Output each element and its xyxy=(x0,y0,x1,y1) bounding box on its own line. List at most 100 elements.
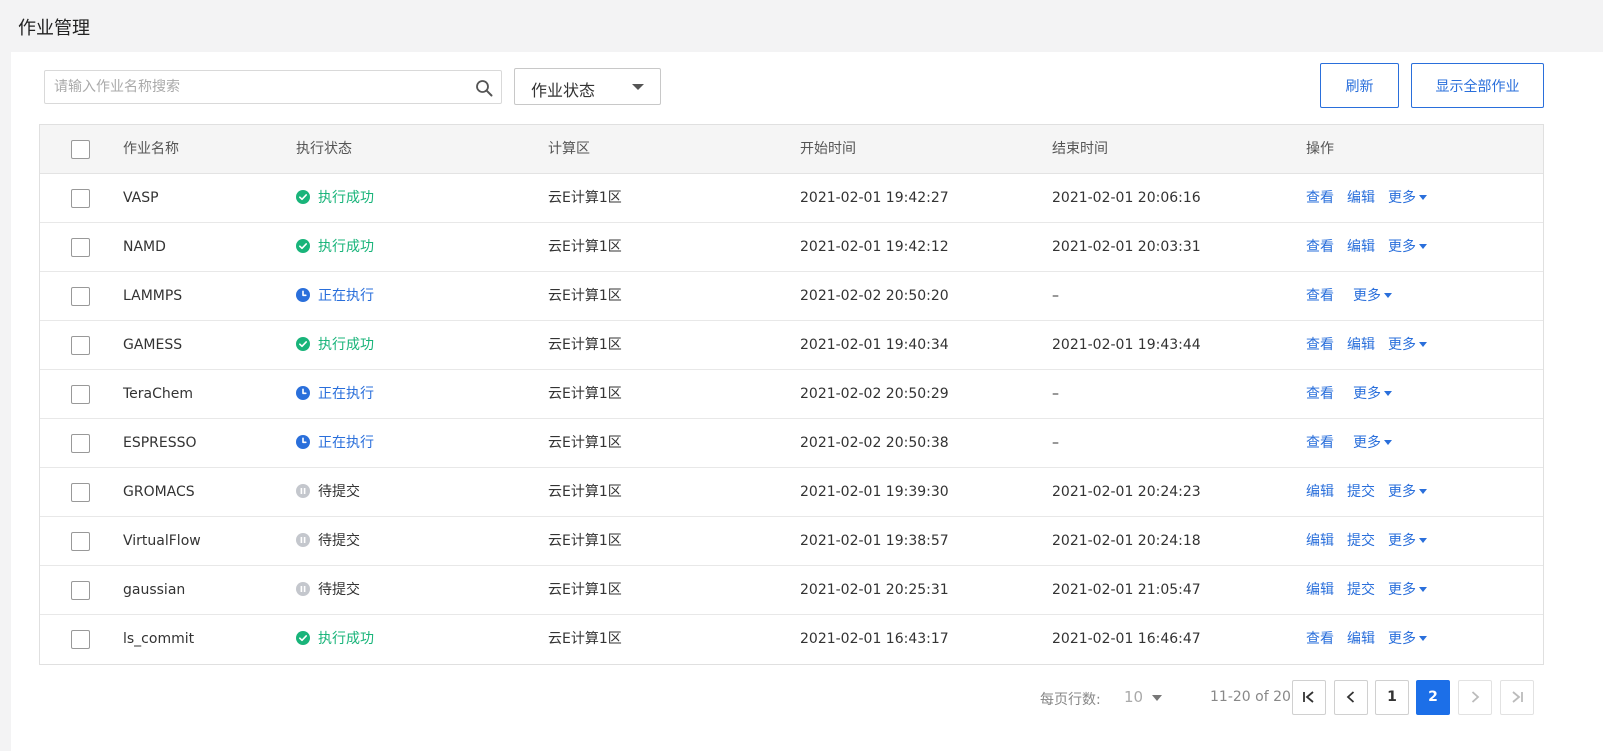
view-link[interactable]: 查看 xyxy=(1306,631,1334,647)
status-cell: 执行成功 xyxy=(296,321,374,370)
check-circle-icon xyxy=(296,239,310,253)
rows-per-page-select[interactable]: 10 xyxy=(1124,688,1143,706)
column-header-zone: 计算区 xyxy=(548,141,590,157)
row-checkbox[interactable] xyxy=(71,384,90,404)
content-panel: 作业状态 刷新 显示全部作业 作业名称 执行状态 计算区 开始时间 结束时间 操… xyxy=(11,52,1603,751)
status-filter-dropdown[interactable]: 作业状态 xyxy=(514,68,661,105)
operations: 查看 编辑 更多 xyxy=(1306,223,1440,272)
select-all-checkbox[interactable] xyxy=(71,139,90,159)
more-menu[interactable]: 更多 xyxy=(1388,239,1427,255)
start-time: 2021-02-02 20:50:29 xyxy=(800,386,949,402)
more-label: 更多 xyxy=(1353,435,1381,451)
status-cell: 执行成功 xyxy=(296,615,374,664)
edit-link[interactable]: 编辑 xyxy=(1306,582,1334,598)
row-checkbox[interactable] xyxy=(71,188,90,208)
select-all-cell xyxy=(71,125,91,174)
check-circle-icon xyxy=(296,337,310,351)
edit-link[interactable]: 编辑 xyxy=(1347,631,1375,647)
edit-link[interactable]: 编辑 xyxy=(1347,239,1375,255)
operations: 查看 更多 xyxy=(1306,370,1405,419)
zone: 云E计算1区 xyxy=(548,288,622,304)
operations: 查看 编辑 更多 xyxy=(1306,174,1440,223)
row-checkbox-cell xyxy=(71,223,91,272)
end-time: 2021-02-01 20:24:18 xyxy=(1052,533,1201,549)
end-time: 2021-02-01 19:43:44 xyxy=(1052,337,1201,353)
more-menu[interactable]: 更多 xyxy=(1353,435,1392,451)
row-checkbox[interactable] xyxy=(71,531,90,551)
pause-circle-icon xyxy=(296,582,310,596)
row-checkbox-cell xyxy=(71,419,91,468)
status-cell: 正在执行 xyxy=(296,272,374,321)
table-row: GROMACS 待提交 云E计算1区 2021-02-01 19:39:30 2… xyxy=(40,468,1543,517)
edit-link[interactable]: 编辑 xyxy=(1347,337,1375,353)
more-menu[interactable]: 更多 xyxy=(1388,582,1427,598)
table-row: GAMESS 执行成功 云E计算1区 2021-02-01 19:40:34 2… xyxy=(40,321,1543,370)
end-time: 2021-02-01 16:46:47 xyxy=(1052,631,1201,647)
row-checkbox[interactable] xyxy=(71,286,90,306)
job-name: ESPRESSO xyxy=(123,435,197,451)
first-page-button[interactable] xyxy=(1292,680,1326,715)
start-time: 2021-02-02 20:50:38 xyxy=(800,435,949,451)
row-checkbox[interactable] xyxy=(71,237,90,257)
more-label: 更多 xyxy=(1388,533,1416,549)
row-checkbox[interactable] xyxy=(71,580,90,600)
row-checkbox[interactable] xyxy=(71,335,90,355)
search-box[interactable] xyxy=(44,70,502,104)
page-header: 作业管理 xyxy=(0,0,1603,52)
search-icon[interactable] xyxy=(475,79,493,97)
row-checkbox[interactable] xyxy=(71,629,90,649)
status-cell: 正在执行 xyxy=(296,370,374,419)
zone: 云E计算1区 xyxy=(548,484,622,500)
prev-page-button[interactable] xyxy=(1334,680,1368,715)
more-menu[interactable]: 更多 xyxy=(1388,533,1427,549)
column-header-status: 执行状态 xyxy=(296,141,352,157)
more-menu[interactable]: 更多 xyxy=(1388,337,1427,353)
job-name: NAMD xyxy=(123,239,166,255)
edit-link[interactable]: 编辑 xyxy=(1347,190,1375,206)
clock-icon xyxy=(296,435,310,449)
caret-down-icon xyxy=(1419,244,1427,249)
page-button-1[interactable]: 1 xyxy=(1375,680,1409,715)
job-name: GAMESS xyxy=(123,337,183,353)
table-row: TeraChem 正在执行 云E计算1区 2021-02-02 20:50:29… xyxy=(40,370,1543,419)
view-link[interactable]: 查看 xyxy=(1306,337,1334,353)
start-time: 2021-02-01 19:39:30 xyxy=(800,484,949,500)
view-link[interactable]: 查看 xyxy=(1306,386,1334,402)
row-checkbox[interactable] xyxy=(71,433,90,453)
view-link[interactable]: 查看 xyxy=(1306,239,1334,255)
status-cell: 待提交 xyxy=(296,566,360,615)
page-range: 11-20 of 20 xyxy=(1210,689,1291,705)
more-menu[interactable]: 更多 xyxy=(1388,631,1427,647)
view-link[interactable]: 查看 xyxy=(1306,435,1334,451)
refresh-button[interactable]: 刷新 xyxy=(1320,63,1399,108)
job-name: gaussian xyxy=(123,582,186,598)
more-menu[interactable]: 更多 xyxy=(1353,288,1392,304)
more-label: 更多 xyxy=(1388,582,1416,598)
view-link[interactable]: 查看 xyxy=(1306,190,1334,206)
more-label: 更多 xyxy=(1388,484,1416,500)
submit-link[interactable]: 提交 xyxy=(1347,582,1375,598)
view-link[interactable]: 查看 xyxy=(1306,288,1334,304)
edit-link[interactable]: 编辑 xyxy=(1306,484,1334,500)
job-name: ls_commit xyxy=(123,631,195,647)
column-header-name: 作业名称 xyxy=(123,141,179,157)
more-menu[interactable]: 更多 xyxy=(1388,190,1427,206)
operations: 编辑 提交 更多 xyxy=(1306,468,1440,517)
more-menu[interactable]: 更多 xyxy=(1388,484,1427,500)
more-menu[interactable]: 更多 xyxy=(1353,386,1392,402)
submit-link[interactable]: 提交 xyxy=(1347,533,1375,549)
job-name: VASP xyxy=(123,190,159,206)
show-all-jobs-button[interactable]: 显示全部作业 xyxy=(1411,63,1544,108)
caret-down-icon[interactable] xyxy=(1152,695,1162,701)
edit-link[interactable]: 编辑 xyxy=(1306,533,1334,549)
operations: 查看 更多 xyxy=(1306,419,1405,468)
column-header-operations: 操作 xyxy=(1306,141,1334,157)
table-row: LAMMPS 正在执行 云E计算1区 2021-02-02 20:50:20 –… xyxy=(40,272,1543,321)
submit-link[interactable]: 提交 xyxy=(1347,484,1375,500)
page-button-2[interactable]: 2 xyxy=(1416,680,1450,715)
last-page-button[interactable] xyxy=(1500,680,1534,715)
search-input[interactable] xyxy=(45,71,465,103)
next-page-button[interactable] xyxy=(1458,680,1492,715)
row-checkbox[interactable] xyxy=(71,482,90,502)
operations: 查看 编辑 更多 xyxy=(1306,615,1440,664)
